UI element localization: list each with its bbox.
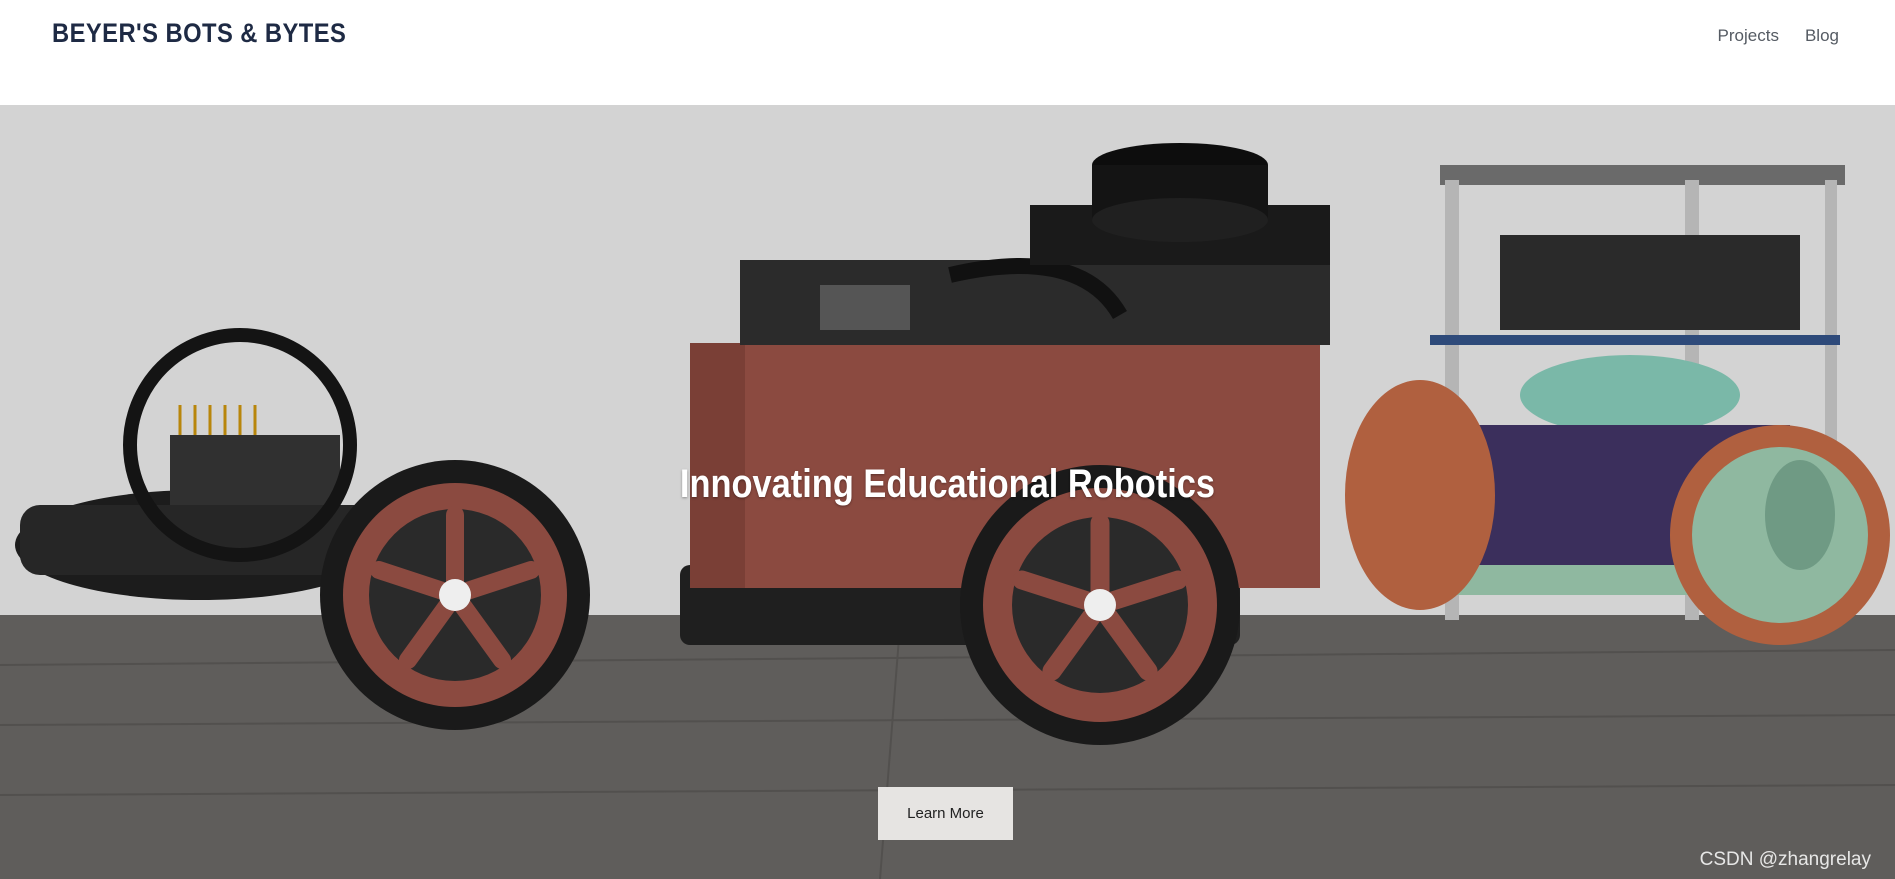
site-title[interactable]: BEYER'S BOTS & BYTES [52,18,346,49]
nav-projects-link[interactable]: Projects [1718,26,1779,46]
learn-more-button[interactable]: Learn More [878,787,1013,840]
main-nav: Projects Blog [1718,26,1839,46]
hero-section: Innovating Educational Robotics Learn Mo… [0,105,1895,879]
watermark: CSDN @zhangrelay [1699,849,1871,870]
site-header: BEYER'S BOTS & BYTES Projects Blog [0,0,1895,105]
nav-blog-link[interactable]: Blog [1805,26,1839,46]
hero-heading: Innovating Educational Robotics [679,462,1216,506]
